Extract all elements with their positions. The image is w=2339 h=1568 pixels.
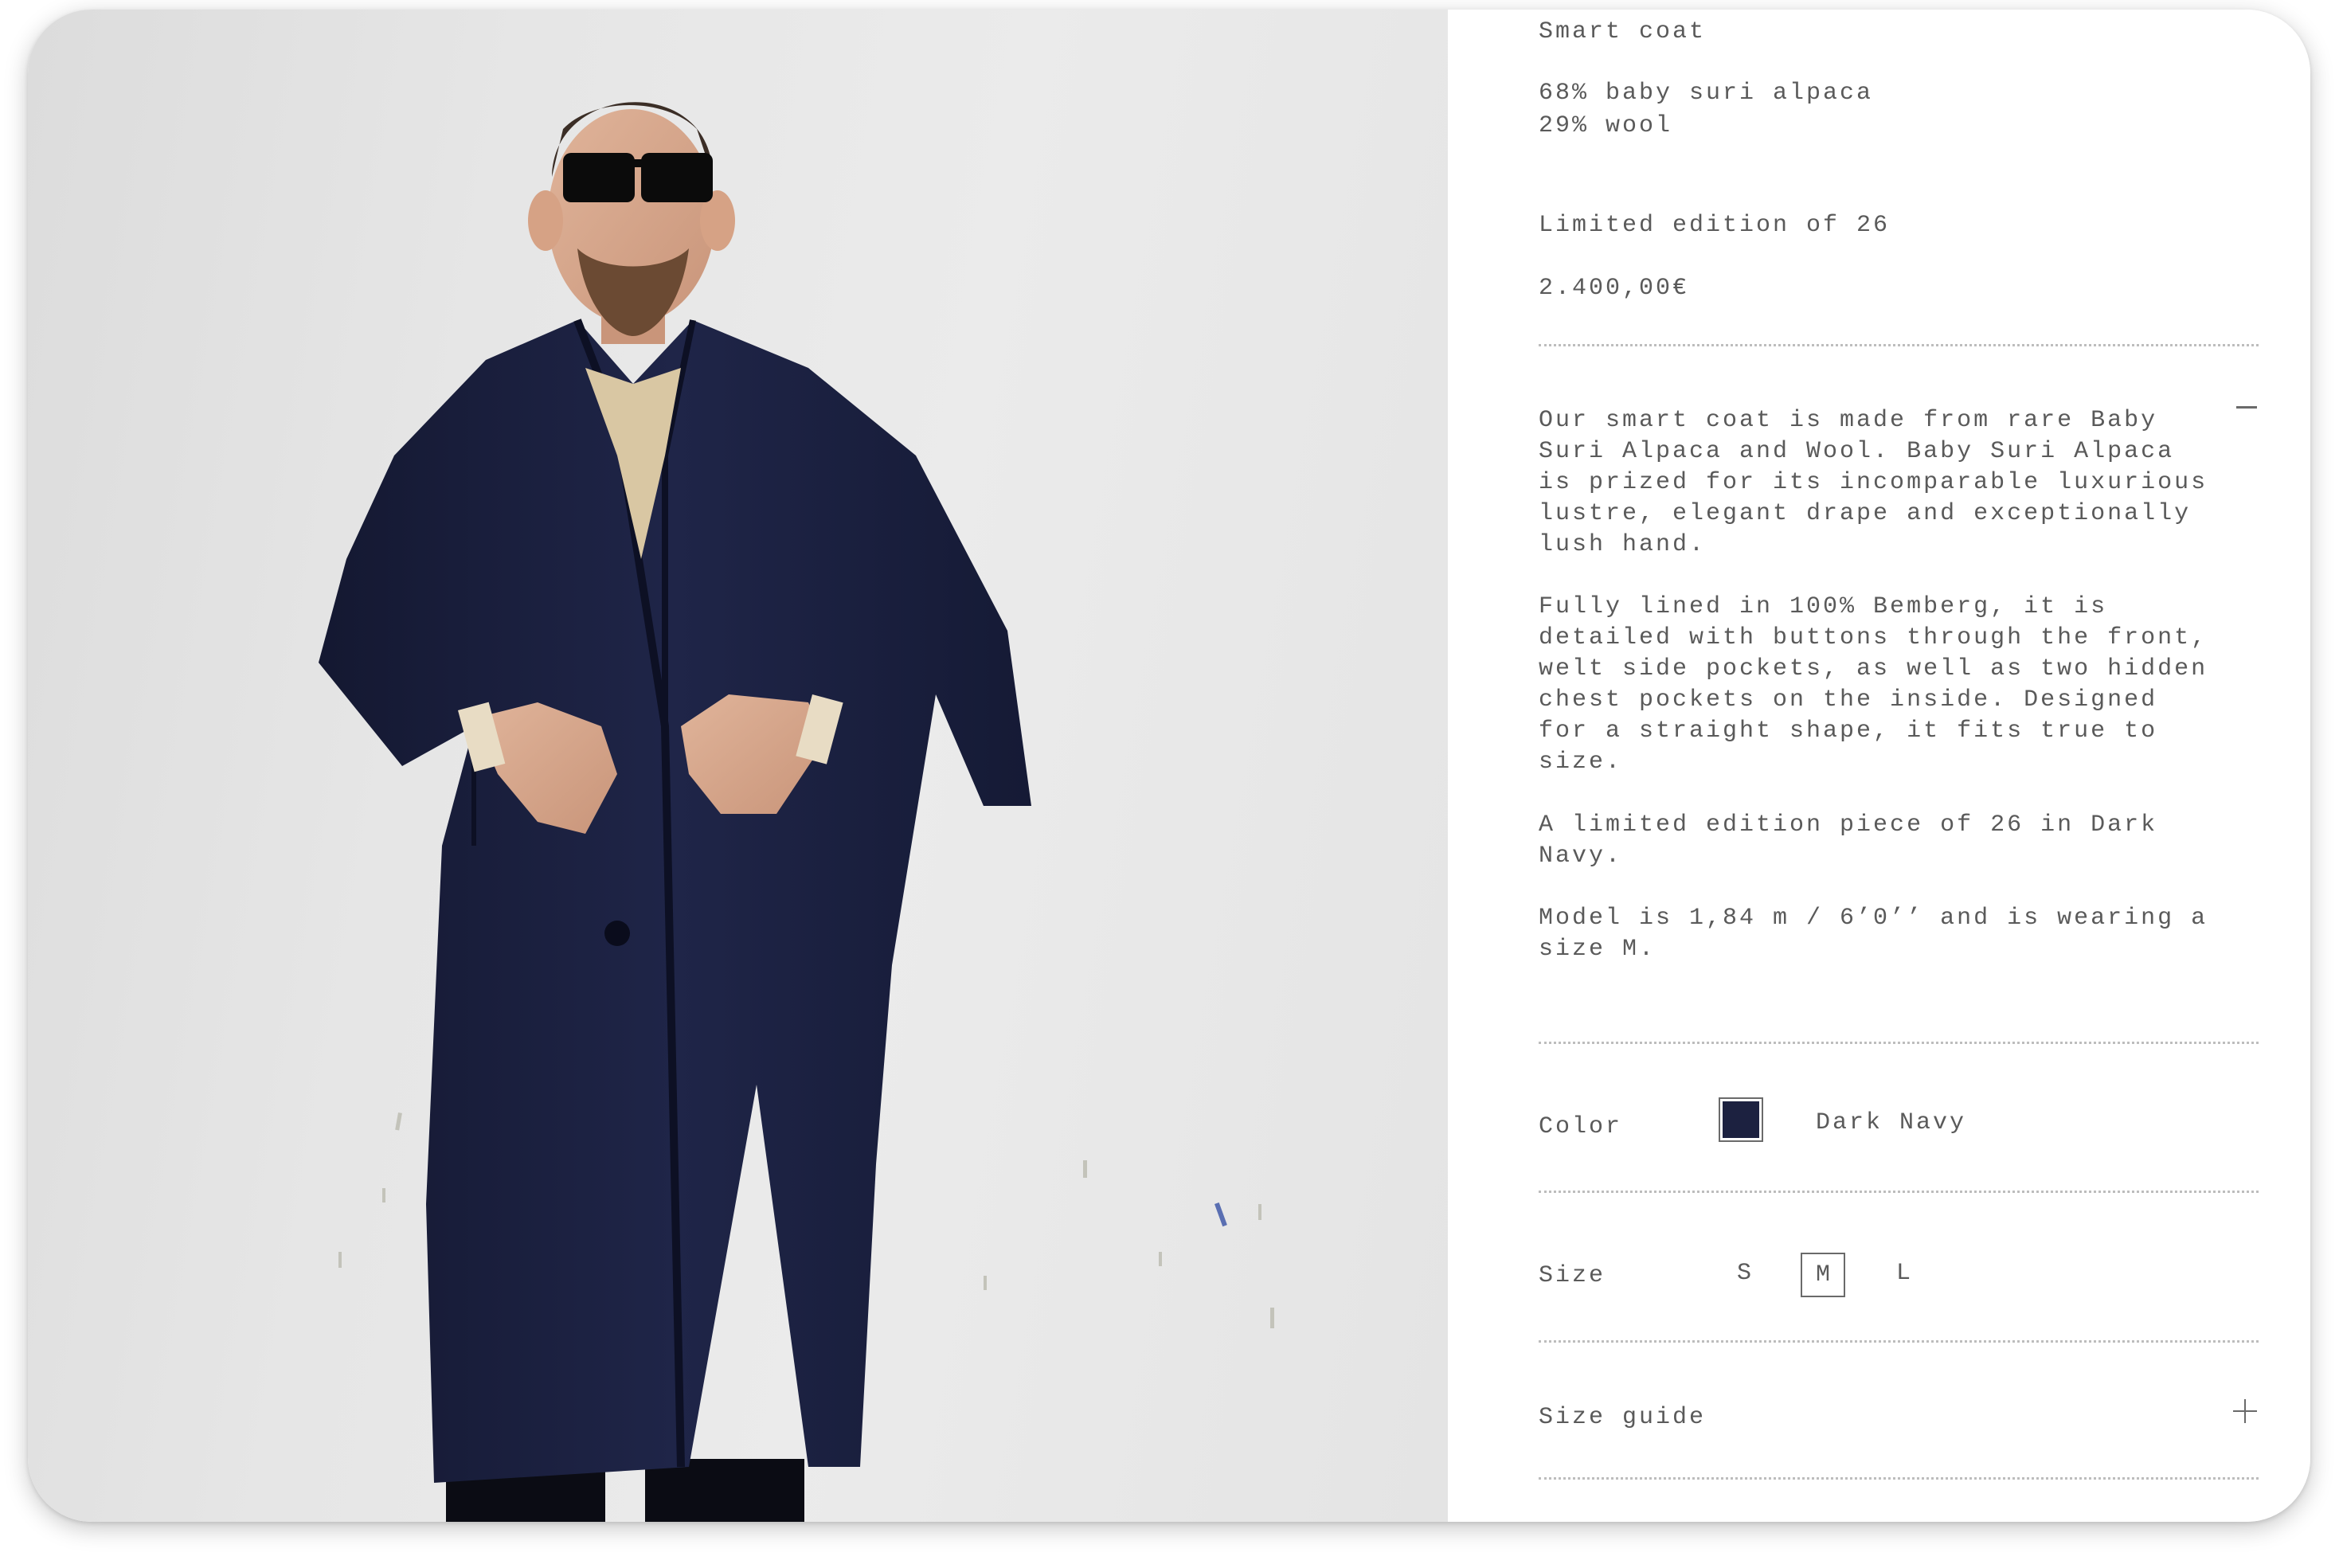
product-window: Smart coat 68% baby suri alpaca 29% wool… xyxy=(28,10,2310,1522)
color-swatch-dark-navy[interactable] xyxy=(1719,1097,1763,1142)
divider xyxy=(1539,1191,2259,1193)
plus-icon[interactable] xyxy=(2233,1399,2257,1423)
color-name: Dark Navy xyxy=(1816,1109,1967,1136)
description-paragraph: Model is 1,84 m / 6’0’’ and is wearing a… xyxy=(1539,905,2208,963)
size-guide-toggle[interactable]: Size guide xyxy=(1539,1402,1706,1433)
size-option-l[interactable]: L xyxy=(1881,1253,1926,1297)
size-label: Size xyxy=(1539,1262,1606,1289)
description-paragraph: A limited edition piece of 26 in Dark Na… xyxy=(1539,811,2158,870)
color-label: Color xyxy=(1539,1113,1623,1140)
description-paragraph: Fully lined in 100% Bemberg, it is detai… xyxy=(1539,593,2208,776)
divider xyxy=(1539,344,2259,346)
product-photo xyxy=(28,10,1448,1522)
product-name: Smart coat xyxy=(1539,18,1707,45)
divider xyxy=(1539,1340,2259,1343)
swatch-fill xyxy=(1723,1101,1759,1138)
price: 2.400,00€ xyxy=(1539,275,1690,302)
composition-line-2: 29% wool xyxy=(1539,112,1673,139)
divider xyxy=(1539,1042,2259,1044)
size-option-m[interactable]: M xyxy=(1801,1253,1845,1297)
divider xyxy=(1539,1477,2259,1480)
composition-line-1: 68% baby suri alpaca xyxy=(1539,80,1874,107)
minus-icon[interactable] xyxy=(2236,406,2257,409)
edition-note: Limited edition of 26 xyxy=(1539,212,1891,239)
product-details-panel: Smart coat 68% baby suri alpaca 29% wool… xyxy=(1448,10,2310,1522)
model-wearing-coat-image xyxy=(319,102,1274,1522)
description-paragraph: Our smart coat is made from rare Baby Su… xyxy=(1539,407,2208,558)
size-option-s[interactable]: S xyxy=(1722,1253,1766,1297)
